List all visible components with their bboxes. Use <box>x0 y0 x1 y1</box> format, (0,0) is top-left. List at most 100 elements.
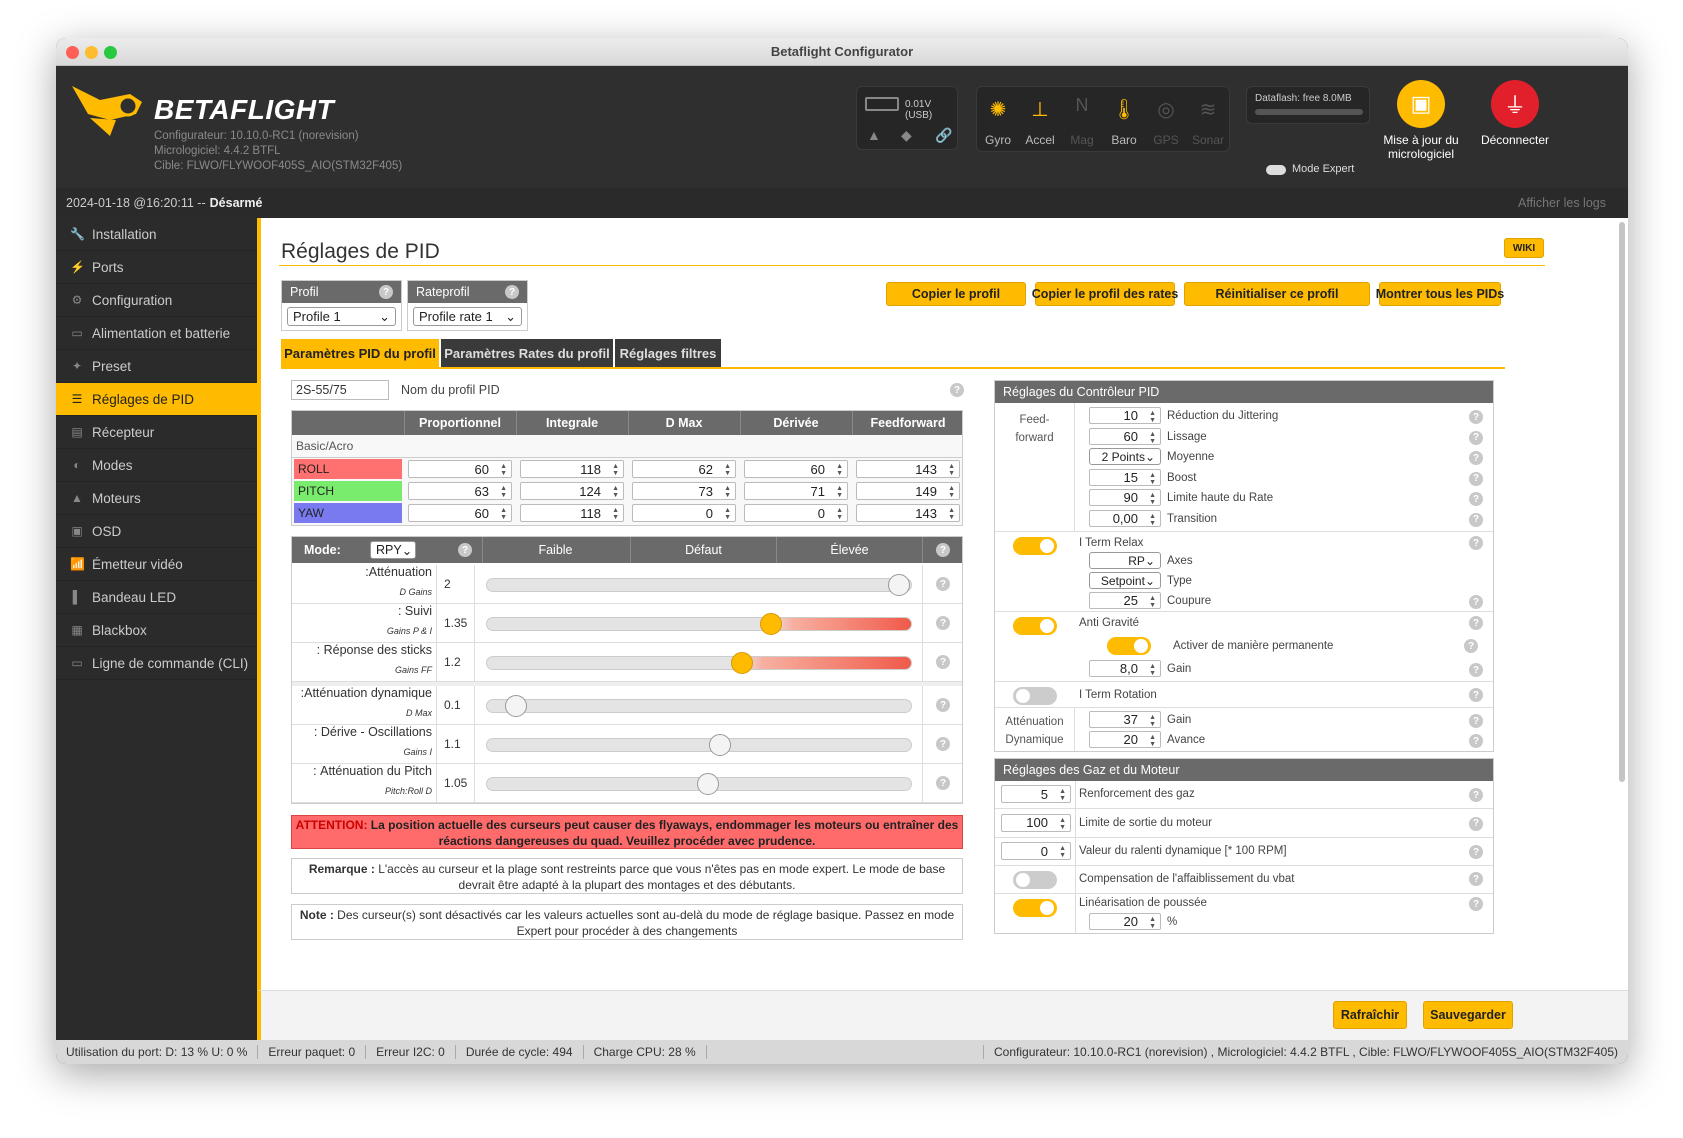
help-icon[interactable]: ? <box>1469 616 1483 630</box>
sidebar-item-wand[interactable]: ✦ Preset <box>56 350 257 383</box>
sidebar-item-terminal[interactable]: ▭ Ligne de commande (CLI) <box>56 647 257 680</box>
sidebar-item-gear[interactable]: ⚙ Configuration <box>56 284 257 317</box>
sidebar-item-receiver[interactable]: ▤ Récepteur <box>56 416 257 449</box>
copy-profile-button[interactable]: Copier le profil <box>886 282 1026 306</box>
help-icon[interactable]: ? <box>1469 430 1483 445</box>
wiki-button[interactable]: WIKI <box>1504 238 1544 258</box>
iterm-axes-select[interactable]: RP ⌄ <box>1089 552 1161 569</box>
help-icon[interactable]: ? <box>1469 897 1483 911</box>
pid-value-input[interactable]: 118 ▲ ▼ <box>520 504 624 522</box>
help-icon[interactable]: ? <box>505 285 519 299</box>
help-icon[interactable]: ? <box>1469 788 1483 802</box>
help-icon[interactable]: ? <box>936 655 950 669</box>
help-icon[interactable]: ? <box>1469 872 1483 886</box>
pid-value-input[interactable]: 0 ▲ ▼ <box>744 504 848 522</box>
profile-select[interactable]: Profile 1 ⌄ <box>287 307 396 326</box>
sidebar-item-motor[interactable]: ▲ Moteurs <box>56 482 257 515</box>
help-icon[interactable]: ? <box>936 776 950 790</box>
dyn-advance-input[interactable]: 20 ▲ ▼ <box>1089 731 1161 748</box>
reset-profile-button[interactable]: Réinitialiser ce profil <box>1184 282 1370 306</box>
help-icon[interactable]: ? <box>936 616 950 630</box>
help-icon[interactable]: ? <box>936 737 950 751</box>
pid-value-input[interactable]: 143 ▲ ▼ <box>856 504 960 522</box>
zoom-window-button[interactable] <box>104 46 117 59</box>
pid-value-input[interactable]: 63 ▲ ▼ <box>408 482 512 500</box>
slider-track[interactable] <box>486 578 912 592</box>
tab-rates-settings[interactable]: Paramètres Rates du profil <box>441 339 613 367</box>
show-logs-link[interactable]: Afficher les logs <box>1518 196 1606 210</box>
anti-gravity-permanent-toggle[interactable] <box>1107 637 1151 655</box>
sidebar-item-sliders[interactable]: ☰ Réglages de PID <box>56 383 257 416</box>
help-icon[interactable]: ? <box>936 698 950 712</box>
close-window-button[interactable] <box>66 46 79 59</box>
slider-track[interactable] <box>486 699 912 713</box>
copy-rate-profile-button[interactable]: Copier le profil des rates <box>1032 282 1178 306</box>
help-icon[interactable]: ? <box>950 383 964 397</box>
help-icon[interactable]: ? <box>1469 512 1483 527</box>
ff-field-input[interactable]: 90 ▲ ▼ <box>1089 489 1161 506</box>
slider-knob[interactable] <box>760 613 783 635</box>
pid-value-input[interactable]: 149 ▲ ▼ <box>856 482 960 500</box>
sidebar-item-osd[interactable]: ▣ OSD <box>56 515 257 548</box>
pid-value-input[interactable]: 60 ▲ ▼ <box>408 460 512 478</box>
thrust-linearisation-toggle[interactable] <box>1013 899 1057 917</box>
pid-value-input[interactable]: 0 ▲ ▼ <box>632 504 736 522</box>
iterm-type-select[interactable]: Setpoint ⌄ <box>1089 572 1161 589</box>
slider-knob[interactable] <box>504 695 527 717</box>
dyn-gain-input[interactable]: 37 ▲ ▼ <box>1089 711 1161 728</box>
pid-value-input[interactable]: 60 ▲ ▼ <box>744 460 848 478</box>
tab-pid-settings[interactable]: Paramètres PID du profil <box>281 339 439 367</box>
help-icon[interactable]: ? <box>1464 639 1478 653</box>
help-icon[interactable]: ? <box>458 543 472 557</box>
help-icon[interactable]: ? <box>1469 410 1483 424</box>
pid-value-input[interactable]: 124 ▲ ▼ <box>520 482 624 500</box>
update-firmware-button[interactable]: ▣ Mise à jour du micrologiciel <box>1376 80 1466 170</box>
save-button[interactable]: Sauvegarder <box>1423 1001 1513 1029</box>
show-all-pids-button[interactable]: Montrer tous les PIDs <box>1376 282 1504 306</box>
help-icon[interactable]: ? <box>1469 451 1483 465</box>
vbat-compensation-toggle[interactable] <box>1013 871 1057 889</box>
sidebar-item-wrench[interactable]: 🔧 Installation <box>56 218 257 251</box>
thrust-linearisation-input[interactable]: 20 ▲ ▼ <box>1089 913 1161 930</box>
anti-gravity-gain-input[interactable]: 8,0 ▲ ▼ <box>1089 660 1161 677</box>
help-icon[interactable]: ? <box>936 577 950 591</box>
slider-mode-select[interactable]: RPY ⌄ <box>370 541 416 559</box>
pid-value-input[interactable]: 62 ▲ ▼ <box>632 460 736 478</box>
sidebar-item-battery[interactable]: ▭ Alimentation et batterie <box>56 317 257 350</box>
anti-gravity-toggle[interactable] <box>1013 617 1057 635</box>
help-icon[interactable]: ? <box>1469 734 1483 748</box>
pid-value-input[interactable]: 71 ▲ ▼ <box>744 482 848 500</box>
vertical-scrollbar[interactable] <box>1619 222 1625 782</box>
help-icon[interactable]: ? <box>1469 714 1483 728</box>
help-icon[interactable]: ? <box>1469 845 1483 859</box>
pid-value-input[interactable]: 118 ▲ ▼ <box>520 460 624 478</box>
ff-field-input[interactable]: 10 ▲ ▼ <box>1089 407 1161 424</box>
minimize-window-button[interactable] <box>85 46 98 59</box>
throttle-field-input[interactable]: 5 ▲ ▼ <box>1001 785 1071 803</box>
refresh-button[interactable]: Rafraîchir <box>1333 1001 1407 1029</box>
help-icon[interactable]: ? <box>1469 816 1483 831</box>
tab-filter-settings[interactable]: Réglages filtres <box>615 339 721 367</box>
sidebar-item-plug[interactable]: ⚡ Ports <box>56 251 257 284</box>
pid-value-input[interactable]: 73 ▲ ▼ <box>632 482 736 500</box>
expert-mode-toggle[interactable] <box>1266 165 1286 175</box>
slider-track[interactable] <box>486 656 912 670</box>
iterm-cutoff-input[interactable]: 25 ▲ ▼ <box>1089 592 1161 609</box>
help-icon[interactable]: ? <box>1469 595 1483 609</box>
profile-name-input[interactable]: 2S-55/75 <box>291 380 389 400</box>
sidebar-item-antenna[interactable]: 📶 Émetteur vidéo <box>56 548 257 581</box>
iterm-relax-toggle[interactable] <box>1013 537 1057 555</box>
sidebar-item-switch[interactable]: ◐ Modes <box>56 449 257 482</box>
pid-value-input[interactable]: 143 ▲ ▼ <box>856 460 960 478</box>
disconnect-button[interactable]: ⏚ Déconnecter <box>1470 80 1560 170</box>
throttle-field-input[interactable]: 0 ▲ ▼ <box>1001 842 1071 860</box>
slider-knob[interactable] <box>888 574 911 596</box>
sidebar-item-led[interactable]: ▌ Bandeau LED <box>56 581 257 614</box>
help-icon[interactable]: ? <box>1469 663 1483 677</box>
ff-averaging-select[interactable]: 2 Points ⌄ <box>1089 448 1161 465</box>
ff-field-input[interactable]: 15 ▲ ▼ <box>1089 468 1161 486</box>
help-icon[interactable]: ? <box>936 543 950 557</box>
slider-track[interactable] <box>486 738 912 752</box>
slider-knob[interactable] <box>730 652 753 674</box>
ff-field-input[interactable]: 0,00 ▲ ▼ <box>1089 509 1161 527</box>
